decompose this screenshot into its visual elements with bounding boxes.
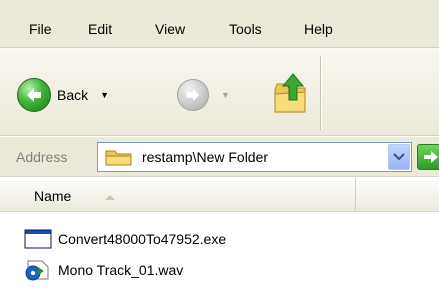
wav-icon xyxy=(25,260,49,281)
forward-arrow-icon xyxy=(177,79,209,111)
name-column-label: Name xyxy=(34,188,72,204)
forward-dropdown-icon[interactable]: ▼ xyxy=(221,90,230,100)
folder-icon xyxy=(105,150,132,166)
menu-view[interactable]: View xyxy=(155,21,185,37)
address-bar: Address restamp\New Folder xyxy=(0,137,439,177)
address-label: Address xyxy=(16,149,68,165)
file-item[interactable]: Convert48000To47952.exe xyxy=(24,227,226,251)
list-header: Name xyxy=(0,178,439,212)
back-arrow-icon xyxy=(17,78,51,112)
file-name: Mono Track_01.wav xyxy=(58,262,184,278)
chevron-down-icon xyxy=(393,153,405,161)
up-folder-button[interactable] xyxy=(271,70,311,116)
go-arrow-icon xyxy=(424,151,438,163)
menu-help[interactable]: Help xyxy=(304,21,333,37)
menu-edit[interactable]: Edit xyxy=(88,21,112,37)
toolbar-separator xyxy=(320,56,321,130)
exe-icon xyxy=(24,229,52,249)
back-button[interactable]: Back ▼ xyxy=(17,76,109,114)
address-path: restamp\New Folder xyxy=(142,149,269,165)
name-column-header[interactable]: Name xyxy=(0,178,356,211)
file-item[interactable]: Mono Track_01.wav xyxy=(24,258,183,282)
sort-ascending-icon xyxy=(105,195,115,200)
menu-tools[interactable]: Tools xyxy=(229,21,262,37)
back-label: Back xyxy=(57,87,89,103)
up-folder-icon xyxy=(274,73,306,113)
toolbar: Back ▼ ▼ xyxy=(0,48,439,136)
address-input[interactable]: restamp\New Folder xyxy=(97,142,412,172)
go-button[interactable] xyxy=(417,144,439,170)
file-name: Convert48000To47952.exe xyxy=(58,231,227,247)
address-dropdown-button[interactable] xyxy=(388,144,410,170)
forward-button[interactable]: ▼ xyxy=(177,78,230,112)
back-dropdown-icon[interactable]: ▼ xyxy=(100,90,109,100)
menu-file[interactable]: File xyxy=(29,21,52,37)
menu-bar: File Edit View Tools Help xyxy=(0,0,439,48)
